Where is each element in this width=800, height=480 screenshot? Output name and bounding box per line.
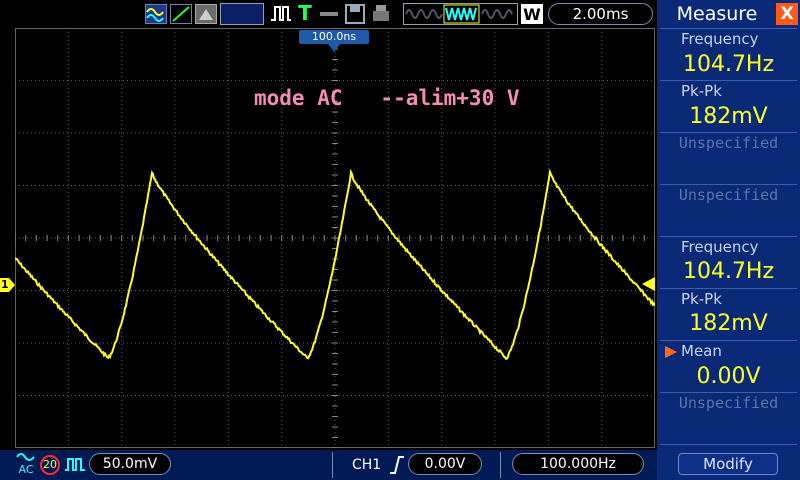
measure-label-pkpk: Pk-Pk <box>681 290 722 308</box>
trigger-source-label[interactable]: CH1 <box>352 455 386 475</box>
memory-depth-icon[interactable] <box>403 3 518 25</box>
screen-annotation: mode AC --alim+30 V <box>254 86 520 110</box>
bandwidth-limit-badge[interactable]: 20 <box>40 455 60 475</box>
measure-title: Measure <box>676 3 758 25</box>
measure-value-pkpk: 182mV <box>689 104 768 129</box>
status-box <box>220 3 264 25</box>
coupling-icon[interactable]: AC <box>16 451 36 477</box>
measure-label-frequency: Frequency <box>681 30 759 48</box>
diagonal-icon[interactable] <box>170 4 192 24</box>
pulse-icon[interactable] <box>270 3 292 25</box>
bottombar-divider <box>500 452 501 478</box>
ch1-ground-marker[interactable]: 1 <box>0 278 15 292</box>
measure-slot-unspecified[interactable]: Unspecified <box>657 392 800 414</box>
measure-value-mean: 0.00V <box>696 364 761 389</box>
trigger-level-marker-icon[interactable] <box>642 277 655 291</box>
divider <box>660 444 797 445</box>
measure-value-frequency: 104.7Hz <box>682 259 775 284</box>
measure-value-frequency: 104.7Hz <box>682 52 775 77</box>
measure-label-frequency: Frequency <box>681 238 759 256</box>
trigger-position-arrow-icon <box>328 44 340 52</box>
bottombar-divider <box>332 452 333 478</box>
w-icon[interactable]: W <box>521 4 543 24</box>
rising-edge-icon[interactable] <box>389 455 405 475</box>
toolbar: T W 2.00ms <box>0 0 657 28</box>
settings-icon[interactable] <box>195 4 217 24</box>
volts-per-div-display[interactable]: 50.0mV <box>89 453 171 475</box>
trigger-t-icon[interactable]: T <box>296 1 314 25</box>
waveform-icon[interactable] <box>145 4 167 24</box>
measure-value-pkpk: 182mV <box>689 311 768 336</box>
trigger-position-marker[interactable]: 100.0ns <box>299 30 369 44</box>
print-icon[interactable] <box>370 3 392 25</box>
invert-icon[interactable] <box>64 456 86 472</box>
close-icon: X <box>780 4 794 24</box>
measure-label-pkpk: Pk-Pk <box>681 82 722 100</box>
measure-label-mean: Mean <box>681 342 722 360</box>
close-button[interactable]: X <box>776 3 798 25</box>
modify-button[interactable]: Modify <box>678 453 778 475</box>
timebase-display[interactable]: 2.00ms <box>548 3 653 25</box>
save-icon[interactable] <box>344 3 366 25</box>
arrow-icon[interactable] <box>318 4 340 24</box>
trigger-level-display[interactable]: 0.00V <box>408 453 482 475</box>
measure-slot-unspecified[interactable]: Unspecified <box>657 132 800 154</box>
trigger-frequency-display[interactable]: 100.000Hz <box>512 453 644 475</box>
measure-slot-unspecified[interactable]: Unspecified <box>657 184 800 206</box>
coupling-label: AC <box>18 463 34 476</box>
